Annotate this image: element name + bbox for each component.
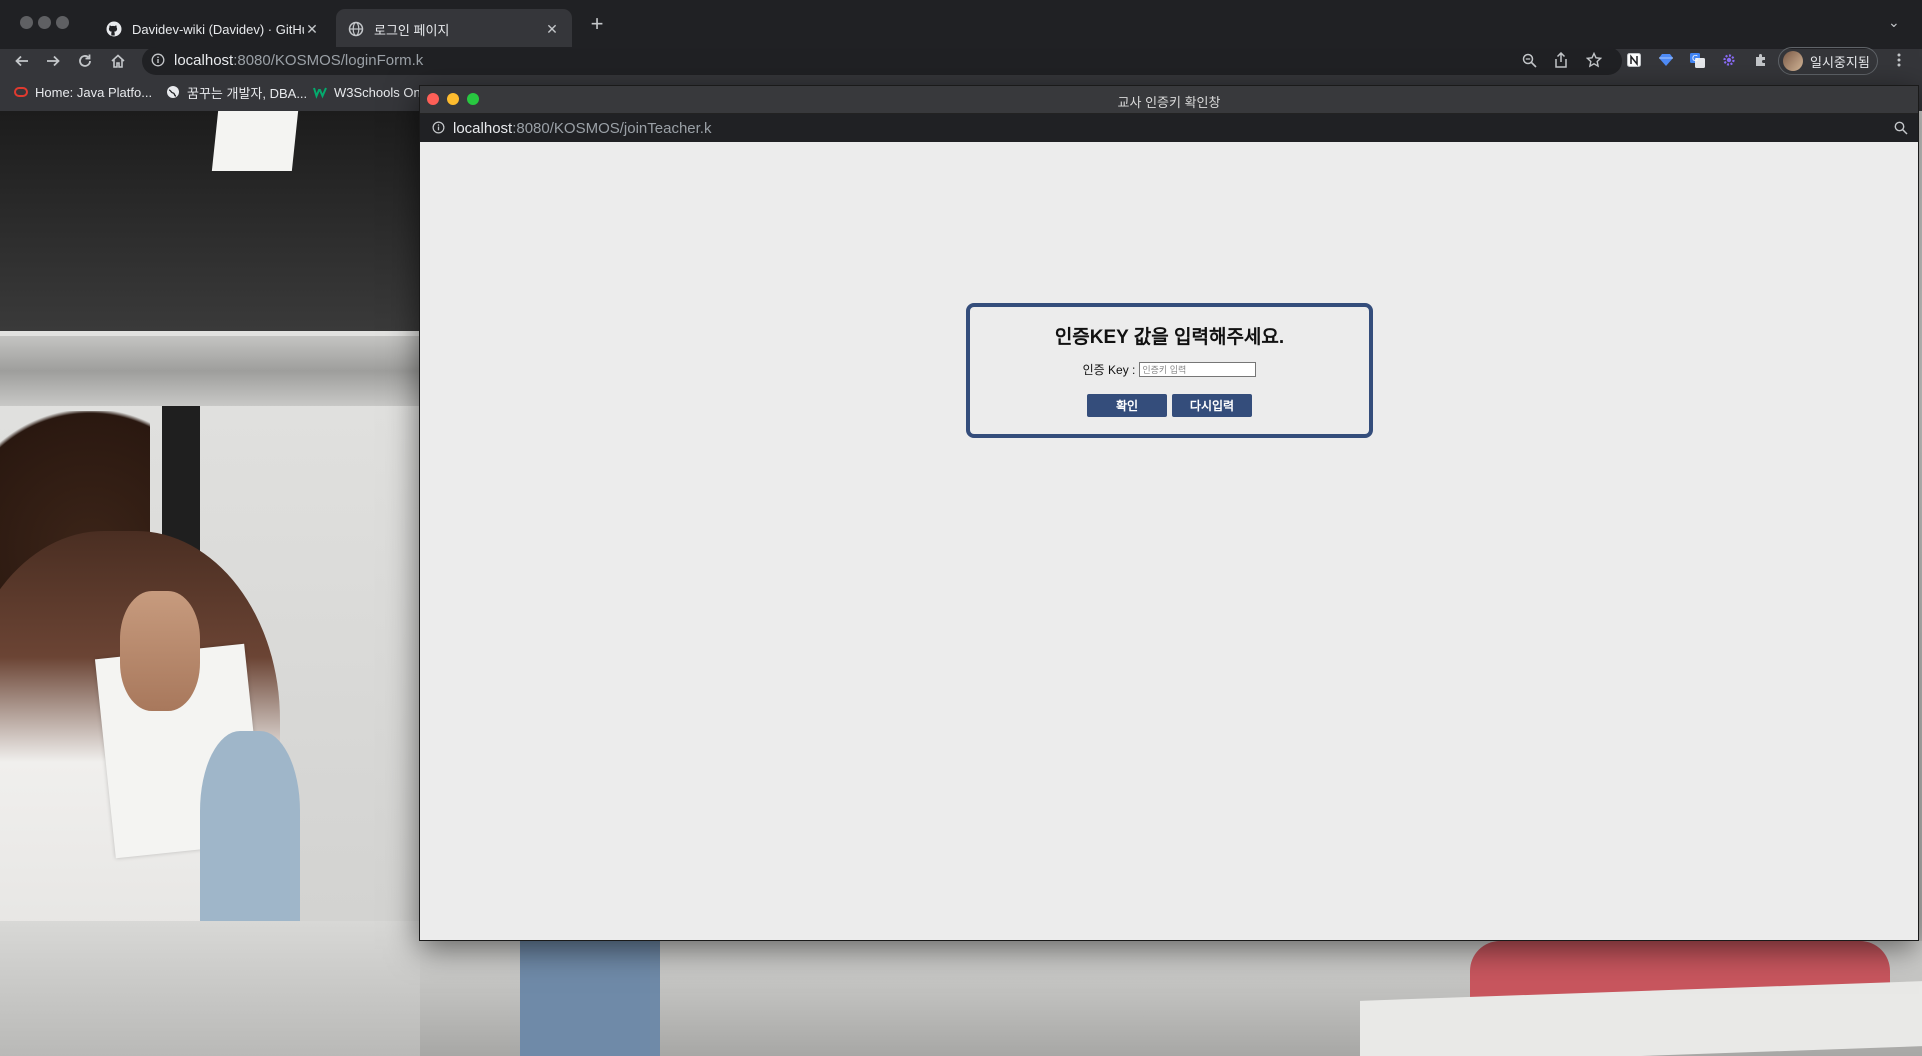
popup-title-bar: 교사 인증키 확인창 xyxy=(420,86,1918,114)
reset-button[interactable]: 다시입력 xyxy=(1172,394,1252,417)
bookmark-label: Home: Java Platfo... xyxy=(35,84,153,100)
home-icon xyxy=(111,54,125,68)
profile-label: 일시중지됨 xyxy=(1810,54,1870,70)
close-icon[interactable]: ✕ xyxy=(304,21,320,38)
key-label: 인증 Key : xyxy=(1082,363,1136,377)
notion-extension-button[interactable] xyxy=(1625,51,1643,69)
url-host: localhost xyxy=(453,120,513,137)
arrow-right-icon xyxy=(47,55,60,67)
extensions-button[interactable] xyxy=(1752,51,1770,69)
w3schools-icon xyxy=(313,87,327,99)
forward-button[interactable] xyxy=(41,49,65,73)
address-url[interactable]: localhost:8080/KOSMOS/loginForm.k xyxy=(174,52,423,69)
tab-label: Davidev-wiki (Davidev) · GitHu xyxy=(132,21,304,37)
home-button[interactable] xyxy=(106,49,130,73)
notion-icon xyxy=(1627,53,1641,67)
url-path: :8080/KOSMOS/joinTeacher.k xyxy=(512,120,712,137)
url-path: :8080/KOSMOS/loginForm.k xyxy=(233,52,424,69)
close-icon[interactable]: ✕ xyxy=(544,21,560,38)
oracle-icon xyxy=(14,87,28,97)
new-tab-button[interactable]: + xyxy=(585,12,609,36)
search-icon[interactable] xyxy=(1894,121,1908,135)
profile-button[interactable]: 일시중지됨 xyxy=(1778,47,1878,75)
zoom-button[interactable] xyxy=(1520,51,1538,69)
browser-menu-button[interactable] xyxy=(1890,51,1908,69)
reload-button[interactable] xyxy=(73,49,97,73)
url-host: localhost xyxy=(174,52,234,69)
chevron-down-icon[interactable]: ⌄ xyxy=(1888,14,1900,31)
arrow-left-icon xyxy=(15,55,28,67)
diamond-icon xyxy=(1659,54,1673,66)
form-heading: 인증KEY 값을 입력해주세요. xyxy=(1054,327,1285,348)
github-icon xyxy=(106,21,122,37)
bookmark-star-button[interactable] xyxy=(1585,51,1603,69)
popup-address-bar: localhost:8080/KOSMOS/joinTeacher.k xyxy=(420,114,1918,142)
avatar xyxy=(1783,51,1803,71)
tab-label: 로그인 페이지 xyxy=(374,22,450,38)
bookmark-label: W3Schools On xyxy=(334,84,421,100)
key-input[interactable] xyxy=(1139,362,1257,377)
puzzle-icon xyxy=(1756,54,1765,66)
auth-key-form: 인증KEY 값을 입력해주세요. 인증 Key : 확인 다시입력 xyxy=(966,303,1373,438)
popup-url[interactable]: localhost:8080/KOSMOS/joinTeacher.k xyxy=(453,120,711,137)
bookmark-label: 꿈꾸는 개발자, DBA... xyxy=(187,85,308,101)
zoom-icon xyxy=(1522,53,1537,68)
window-close-button[interactable] xyxy=(20,16,33,29)
share-button[interactable] xyxy=(1552,51,1570,69)
bookmark-java[interactable]: Home: Java Platfo... xyxy=(14,82,152,102)
translate-extension-button[interactable]: G xyxy=(1688,51,1706,69)
window-minimize-button[interactable] xyxy=(38,16,51,29)
more-vertical-icon xyxy=(1897,53,1901,67)
translate-icon: G xyxy=(1689,52,1705,68)
form-buttons: 확인 다시입력 xyxy=(970,394,1369,417)
globe-icon xyxy=(167,86,179,98)
share-icon xyxy=(1555,52,1567,68)
info-icon[interactable] xyxy=(151,53,165,67)
browser-tab-strip: Davidev-wiki (Davidev) · GitHu ✕ 로그인 페이지… xyxy=(0,0,1922,49)
back-button[interactable] xyxy=(10,49,34,73)
info-icon[interactable] xyxy=(432,121,445,134)
star-icon xyxy=(1586,52,1602,68)
reload-icon xyxy=(79,54,91,67)
gear-extension-button[interactable] xyxy=(1720,51,1738,69)
globe-icon xyxy=(348,21,364,37)
tab-github[interactable]: Davidev-wiki (Davidev) · GitHu ✕ xyxy=(94,9,332,49)
tab-login-page[interactable]: 로그인 페이지 ✕ xyxy=(336,9,572,49)
key-row: 인증 Key : xyxy=(970,361,1369,378)
gem-extension-button[interactable] xyxy=(1657,51,1675,69)
svg-text:G: G xyxy=(1692,54,1698,63)
confirm-button[interactable]: 확인 xyxy=(1087,394,1167,417)
popup-window: 교사 인증키 확인창 localhost:8080/KOSMOS/joinTea… xyxy=(419,85,1919,941)
popup-title: 교사 인증키 확인창 xyxy=(1117,95,1221,110)
bookmark-w3schools[interactable]: W3Schools On xyxy=(313,82,421,102)
gear-icon xyxy=(1723,54,1735,66)
bookmark-developer-blog[interactable]: 꿈꾸는 개발자, DBA... xyxy=(166,82,307,102)
window-maximize-button[interactable] xyxy=(56,16,69,29)
